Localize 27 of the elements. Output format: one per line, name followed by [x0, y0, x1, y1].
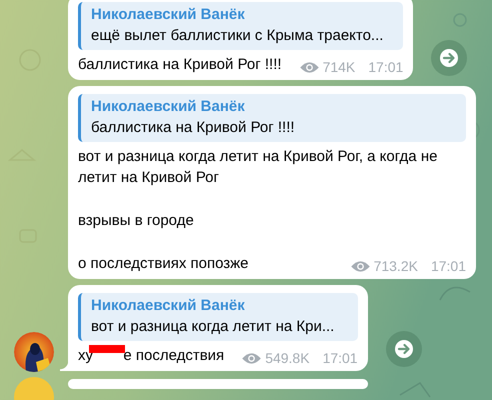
views-icon [242, 352, 262, 365]
reply-quote[interactable]: Николаевский Ванёк ещё вылет баллистики с Крыма траекто... [78, 2, 404, 50]
view-count: 713.2K [374, 257, 418, 276]
reply-text: баллистика на Кривой Рог !!!! [91, 118, 296, 138]
reply-author: Николаевский Ванёк [91, 5, 246, 25]
message-time: 17:01 [430, 257, 466, 276]
message-time: 17:01 [322, 349, 358, 368]
reply-text: вот и разница когда летит на Кри... [91, 317, 336, 337]
message-text: взрывы в городе [78, 211, 195, 231]
view-count: 549.8K [265, 349, 310, 368]
message-text: е последствия [123, 347, 224, 364]
message-text: баллистика на Кривой Рог !!!! [78, 56, 282, 73]
reply-quote[interactable]: Николаевский Ванёк вот и разница когда летит на Кри... [78, 293, 358, 341]
views-icon [300, 61, 319, 74]
message-time: 17:01 [368, 58, 404, 77]
view-count: 714K [322, 58, 356, 77]
reply-quote[interactable]: Николаевский Ванёк баллистика на Кривой Рог !!!! [78, 94, 466, 142]
message-text: о последствиях попозже [78, 255, 249, 272]
views-icon [350, 260, 370, 273]
forward-button[interactable] [386, 331, 422, 367]
message-text: вот и разница когда летит на Кривой Рог, а когда не летит на Кривой Рог [78, 147, 438, 188]
reply-author: Николаевский Ванёк [91, 296, 246, 316]
forward-button[interactable] [431, 40, 468, 76]
reply-author: Николаевский Ванёк [91, 97, 246, 117]
reply-text: ещё вылет баллистики с Крыма траекто... [91, 26, 384, 46]
avatar[interactable] [14, 332, 54, 372]
message-text: ху [78, 347, 93, 364]
